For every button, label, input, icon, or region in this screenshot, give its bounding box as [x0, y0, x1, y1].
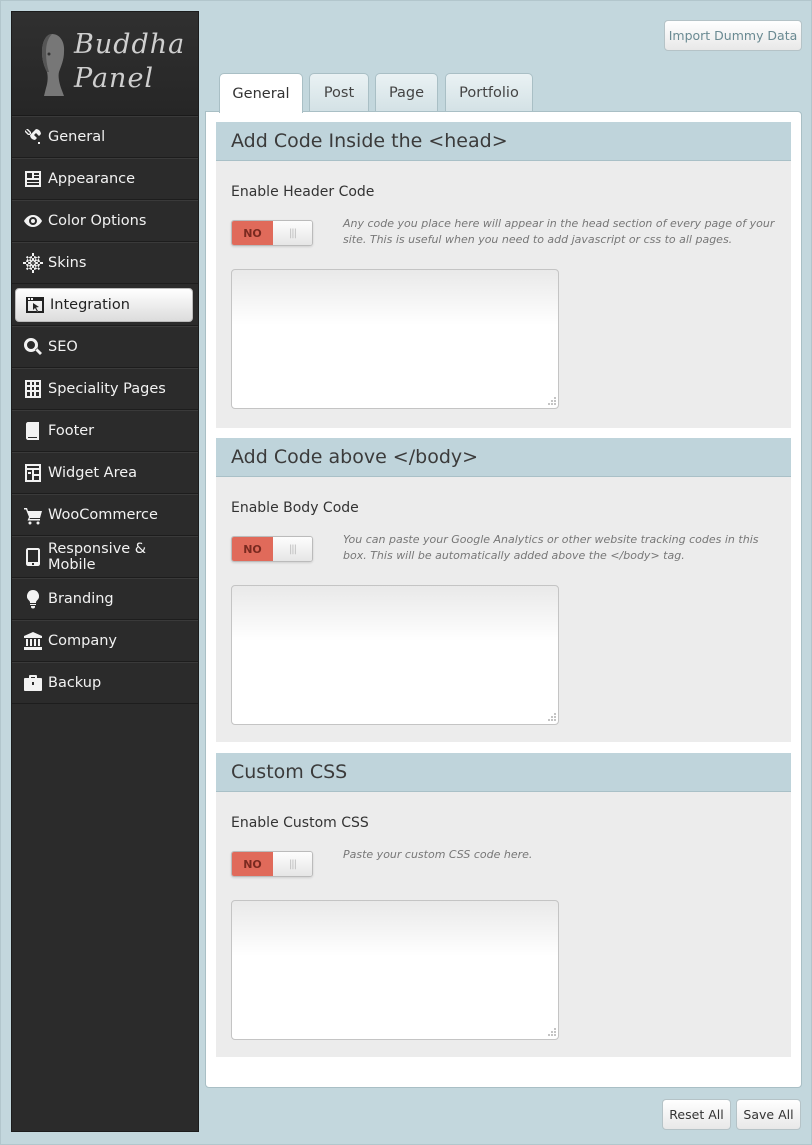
sidebar-item-label: Appearance — [48, 171, 136, 187]
field-label: Enable Header Code — [231, 184, 375, 200]
custom-css-textarea[interactable] — [231, 900, 559, 1040]
mobile-icon — [22, 546, 44, 568]
sidebar-item-label: Skins — [48, 255, 87, 271]
sidebar-item-label: Color Options — [48, 213, 147, 229]
import-dummy-data-button[interactable]: Import Dummy Data — [664, 20, 802, 51]
toggle-knob: ||| — [273, 221, 312, 245]
sidebar-item-woocommerce[interactable]: WooCommerce — [12, 494, 198, 536]
field-description: You can paste your Google Analytics or o… — [343, 533, 759, 562]
search-icon — [22, 336, 44, 358]
section-title: Add Code above </body> — [216, 438, 791, 477]
section-body: Enable Body Code NO ||| You can paste yo… — [216, 477, 791, 742]
ship-wheel-icon — [22, 252, 44, 274]
sidebar-item-responsive-mobile[interactable]: Responsive & Mobile — [12, 536, 198, 578]
sidebar-item-widget-area[interactable]: Widget Area — [12, 452, 198, 494]
logo-line-2: Panel — [74, 63, 155, 94]
sidebar-item-label: SEO — [48, 339, 78, 355]
sidebar-item-speciality-pages[interactable]: Speciality Pages — [12, 368, 198, 410]
widget-icon — [22, 462, 44, 484]
sidebar-item-label: Integration — [50, 297, 130, 313]
buddha-head-icon — [42, 34, 65, 96]
sidebar-item-label: WooCommerce — [48, 507, 158, 523]
sidebar-nav: General Appearance Color Options Skins I… — [12, 116, 198, 704]
sidebar-item-integration[interactable]: Integration — [12, 284, 198, 326]
sidebar-item-label: Company — [48, 633, 117, 649]
sidebar-item-backup[interactable]: Backup — [12, 662, 198, 704]
reset-all-button[interactable]: Reset All — [662, 1099, 731, 1130]
section-custom-css: Custom CSS Enable Custom CSS NO ||| Past… — [216, 753, 791, 1057]
sidebar-item-label: Branding — [48, 591, 114, 607]
sidebar-item-label: Widget Area — [48, 465, 138, 481]
section-title: Add Code Inside the <head> — [216, 122, 791, 161]
sidebar-item-general[interactable]: General — [12, 116, 198, 158]
sidebar-item-color-options[interactable]: Color Options — [12, 200, 198, 242]
section-body-code: Add Code above </body> Enable Body Code … — [216, 438, 791, 742]
sidebar-item-label: Speciality Pages — [48, 381, 166, 397]
enable-custom-css-toggle[interactable]: NO ||| — [231, 851, 313, 877]
field-description: Paste your custom CSS code here. — [343, 848, 533, 861]
sidebar-item-branding[interactable]: Branding — [12, 578, 198, 620]
sidebar-item-company[interactable]: Company — [12, 620, 198, 662]
header-code-textarea[interactable] — [231, 269, 559, 409]
grid-icon — [22, 378, 44, 400]
sidebar-item-label: Responsive & Mobile — [47, 541, 147, 573]
tab-portfolio[interactable]: Portfolio — [445, 73, 533, 112]
book-icon — [22, 420, 44, 442]
briefcase-icon — [22, 672, 44, 694]
sidebar: Buddha Panel General Appearance Color Op… — [11, 11, 199, 1132]
section-body: Enable Header Code NO ||| Any code you p… — [216, 161, 791, 428]
window-cursor-icon — [24, 294, 46, 316]
sidebar-item-label: Footer — [48, 423, 95, 439]
settings-panel: Add Code Inside the <head> Enable Header… — [205, 111, 802, 1088]
enable-body-code-toggle[interactable]: NO ||| — [231, 536, 313, 562]
eye-icon — [22, 210, 44, 232]
tab-page[interactable]: Page — [375, 73, 438, 112]
toggle-state: NO — [232, 221, 273, 245]
logo-line-1: Buddha — [74, 29, 186, 60]
section-title: Custom CSS — [216, 753, 791, 792]
bank-icon — [22, 630, 44, 652]
toggle-knob: ||| — [273, 537, 312, 561]
sidebar-item-seo[interactable]: SEO — [12, 326, 198, 368]
lightbulb-icon — [22, 588, 44, 610]
cart-icon — [22, 504, 44, 526]
logo: Buddha Panel — [12, 12, 198, 116]
toggle-state: NO — [232, 537, 273, 561]
field-label: Enable Custom CSS — [231, 815, 369, 831]
sidebar-item-label: General — [48, 129, 106, 145]
sidebar-item-footer[interactable]: Footer — [12, 410, 198, 452]
section-body: Enable Custom CSS NO ||| Paste your cust… — [216, 792, 791, 1057]
tab-post[interactable]: Post — [309, 73, 369, 112]
sidebar-item-appearance[interactable]: Appearance — [12, 158, 198, 200]
sidebar-item-skins[interactable]: Skins — [12, 242, 198, 284]
enable-header-code-toggle[interactable]: NO ||| — [231, 220, 313, 246]
newspaper-icon — [22, 168, 44, 190]
logo-text: Buddha Panel — [74, 28, 185, 96]
sidebar-item-label: Backup — [48, 675, 102, 691]
field-description: Any code you place here will appear in t… — [343, 217, 775, 246]
wrench-icon — [22, 126, 44, 148]
body-code-textarea[interactable] — [231, 585, 559, 725]
toggle-state: NO — [232, 852, 273, 876]
toggle-knob: ||| — [273, 852, 312, 876]
tab-general[interactable]: General — [219, 73, 303, 113]
save-all-button[interactable]: Save All — [736, 1099, 801, 1130]
field-label: Enable Body Code — [231, 500, 359, 516]
section-head-code: Add Code Inside the <head> Enable Header… — [216, 122, 791, 428]
